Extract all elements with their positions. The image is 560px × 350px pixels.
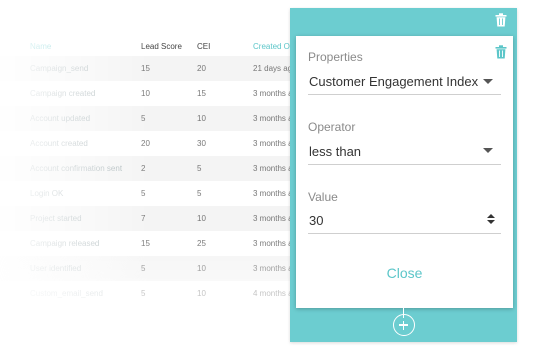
cell-lead-score: 10 [141,89,150,98]
cell-cei: 15 [197,89,206,98]
cell-name: Account updated [30,114,91,123]
cell-lead-score: 5 [141,114,146,123]
cell-lead-score: 20 [141,139,150,148]
value-input[interactable]: 30 [308,206,501,234]
properties-select[interactable]: Customer Engagement Index [308,67,501,95]
column-header-created-on[interactable]: Created On [253,42,294,51]
table-row[interactable]: Account updated 5 10 3 months ago [0,106,330,131]
filter-condition-card: Properties Customer Engagement Index Ope… [296,36,513,308]
cell-name: Login OK [30,189,64,198]
cell-name: User identified [30,264,82,273]
cell-cei: 10 [197,114,206,123]
properties-select-value: Customer Engagement Index [309,74,479,89]
table-row[interactable]: Campaign released 15 25 3 months ago [0,231,330,256]
operator-label: Operator [308,120,356,134]
cell-name: Project started [30,214,82,223]
cell-cei: 10 [197,264,206,273]
cell-name: Campaign created [30,89,96,98]
operator-select[interactable]: less than [308,137,501,165]
cell-lead-score: 7 [141,214,146,223]
column-header-lead-score[interactable]: Lead Score [141,42,182,51]
table-row[interactable]: Campaign_send 15 20 21 days ago [0,56,330,81]
cell-cei: 30 [197,139,206,148]
table-row[interactable]: Login OK 5 5 3 months ago [0,181,330,206]
cell-lead-score: 5 [141,189,146,198]
cell-name: Campaign_send [30,64,89,73]
operator-select-value: less than [309,144,362,159]
table-row[interactable]: User identified 5 10 3 months ago [0,256,330,281]
number-spinner-icon[interactable] [487,214,495,226]
cell-name: Account confirmation sent [30,164,123,173]
cell-cei: 5 [197,164,202,173]
value-label: Value [308,190,338,204]
value-input-value: 30 [309,213,324,228]
table-row[interactable]: Project started 7 10 3 months ago [0,206,330,231]
cell-cei: 10 [197,214,206,223]
cell-cei: 20 [197,64,206,73]
cell-lead-score: 15 [141,64,150,73]
cell-lead-score: 5 [141,264,146,273]
table-row[interactable]: Campaign created 10 15 3 months ago [0,81,330,106]
table-row[interactable]: Account created 20 30 3 months ago [0,131,330,156]
close-button[interactable]: Close [356,261,453,285]
properties-label: Properties [308,50,363,64]
cell-lead-score: 5 [141,289,146,298]
chevron-down-icon [483,79,493,84]
table-row[interactable]: Account confirmation sent 2 5 3 months a… [0,156,330,181]
column-header-name[interactable]: Name [30,42,51,51]
trash-icon[interactable] [495,13,507,27]
column-header-cei[interactable]: CEI [197,42,210,51]
filter-panel: Properties Customer Engagement Index Ope… [290,8,517,342]
cell-name: Account created [30,139,88,148]
cell-cei: 25 [197,239,206,248]
trash-icon[interactable] [495,45,507,59]
cell-lead-score: 15 [141,239,150,248]
background-table: Name Lead Score CEI Created On Campaign_… [0,0,330,350]
table-header: Name Lead Score CEI Created On [0,38,330,56]
cell-name: Custom_email_send [30,289,103,298]
cell-name: Campaign released [30,239,100,248]
chevron-down-icon [483,148,493,153]
table-row[interactable]: Custom_email_send 5 10 4 months ago [0,281,330,306]
cell-cei: 10 [197,289,206,298]
cell-lead-score: 2 [141,164,146,173]
cell-cei: 5 [197,189,202,198]
plus-circle-icon[interactable] [393,314,415,336]
